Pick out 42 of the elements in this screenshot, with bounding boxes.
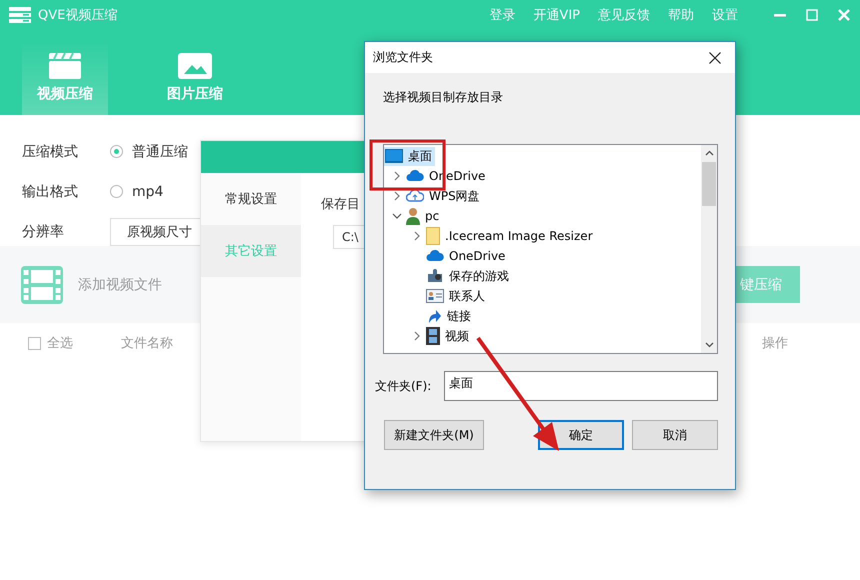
tree-item[interactable]: OneDrive [425, 248, 508, 264]
column-header: 文件名称 [121, 335, 173, 352]
clapperboard-icon [49, 52, 81, 78]
puzzle-icon [426, 268, 444, 284]
contact-card-icon [426, 289, 444, 303]
folder-label: 文件夹(F): [375, 378, 432, 394]
tree-item[interactable]: pc [405, 206, 442, 226]
dialog-button[interactable]: 取消 [632, 420, 718, 450]
cloud-icon [406, 170, 424, 182]
close-icon[interactable] [709, 52, 721, 64]
folder-icon [426, 227, 440, 245]
tree-item[interactable]: 桌面 [384, 146, 435, 166]
scroll-up-icon[interactable] [704, 150, 714, 156]
tree-item[interactable]: WPS网盘 [405, 186, 483, 206]
folder-name-field[interactable]: 桌面 [444, 371, 718, 401]
dialog-button[interactable]: 新建文件夹(M) [384, 420, 484, 450]
scroll-down-icon[interactable] [704, 342, 714, 348]
tree-item[interactable]: 保存的游戏 [425, 266, 512, 286]
tree-item[interactable]: .Icecream Image Resizer [425, 226, 596, 246]
monitor-icon [385, 149, 403, 163]
tree-item[interactable]: 联系人 [425, 286, 488, 306]
scrollbar[interactable] [701, 145, 717, 353]
tree-item[interactable]: 视频 [425, 326, 472, 346]
cloud-icon [426, 250, 444, 262]
tree-item[interactable]: 链接 [425, 306, 474, 326]
app-title: QVE视频压缩 [38, 7, 118, 24]
user-icon [406, 207, 420, 225]
radio-option[interactable]: 普通压缩 [110, 142, 188, 160]
option-label: 分辨率 [22, 222, 65, 240]
column-header: 操作 [762, 335, 788, 352]
app-logo-icon [9, 7, 31, 23]
cloud-icon [406, 189, 424, 203]
dialog-title: 浏览文件夹 [373, 49, 433, 66]
scroll-thumb[interactable] [702, 162, 716, 206]
option-label: 压缩模式 [22, 142, 79, 160]
save-directory-label: 保存目 [321, 196, 360, 213]
dialog-instruction: 选择视频目制存放目录 [383, 89, 504, 106]
option-label: 输出格式 [22, 182, 79, 200]
image-icon [178, 52, 212, 78]
radio-option[interactable]: mp4 [110, 184, 164, 200]
film-icon [426, 327, 440, 345]
arrow-icon [426, 308, 442, 324]
